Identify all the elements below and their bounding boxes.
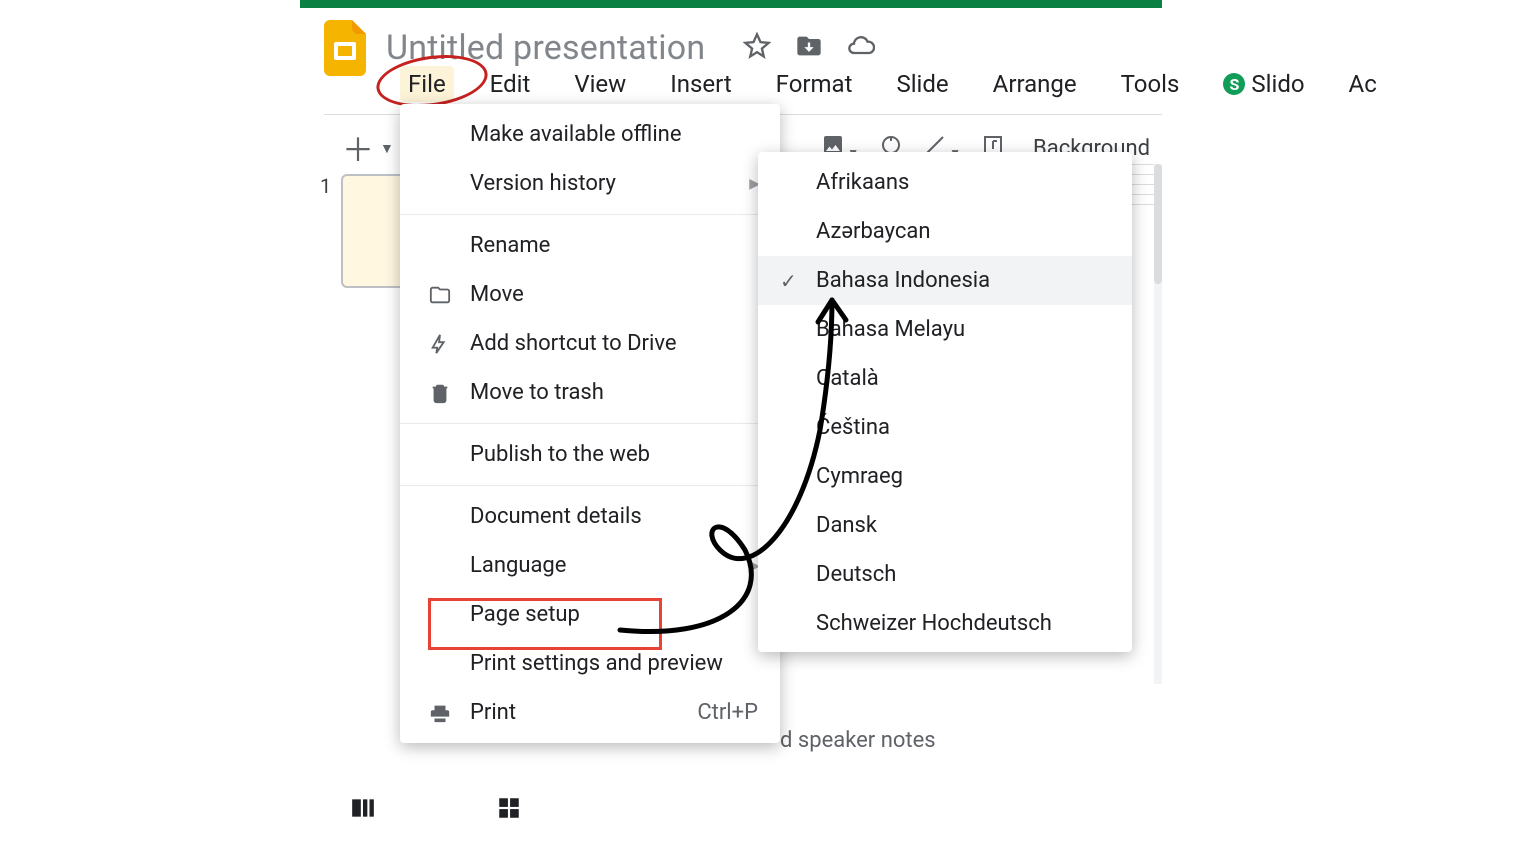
menu-slide[interactable]: Slide [888,66,956,102]
menu-arrange[interactable]: Arrange [985,66,1085,102]
language-option[interactable]: Dansk [758,501,1132,550]
slides-editor-window: Untitled presentation File Edit View Ins… [300,0,1162,815]
speaker-notes-placeholder[interactable]: d speaker notes [780,728,936,753]
menu-format[interactable]: Format [768,66,861,102]
trash-icon [428,381,452,405]
bottom-tray [350,795,522,825]
file-document-details[interactable]: Document details [400,492,780,541]
folder-icon [428,283,452,307]
document-title[interactable]: Untitled presentation [386,28,705,68]
file-menu-dropdown: Make available offline Version history R… [400,104,780,743]
file-language[interactable]: Language [400,541,780,590]
file-rename[interactable]: Rename [400,221,780,270]
filmstrip-view-icon[interactable] [350,795,376,825]
menu-file[interactable]: File [400,66,454,102]
menu-slido[interactable]: SSlido [1215,66,1312,102]
move-to-folder-icon[interactable] [795,32,823,64]
language-option[interactable]: Afrikaans [758,158,1132,207]
menu-insert[interactable]: Insert [662,66,739,102]
file-page-setup[interactable]: Page setup [400,590,780,639]
window-accent-bar [300,0,1162,8]
language-submenu: AfrikaansAzərbaycanBahasa IndonesiaBahas… [758,152,1132,652]
menu-separator [400,214,780,215]
print-icon [428,701,452,725]
star-icon[interactable] [743,32,771,64]
language-option[interactable]: Català [758,354,1132,403]
file-print-settings[interactable]: Print settings and preview [400,639,780,688]
menu-truncated[interactable]: Ac [1341,66,1385,102]
file-move[interactable]: Move [400,270,780,319]
cloud-status-icon[interactable] [847,32,875,64]
content-scrollbar[interactable] [1154,164,1162,684]
slides-logo-icon [324,20,366,76]
slido-icon: S [1223,73,1245,95]
language-option[interactable]: Bahasa Melayu [758,305,1132,354]
file-make-available-offline[interactable]: Make available offline [400,110,780,159]
language-option[interactable]: Bahasa Indonesia [758,256,1132,305]
file-add-shortcut[interactable]: Add shortcut to Drive [400,319,780,368]
menu-separator [400,423,780,424]
menu-view[interactable]: View [566,66,634,102]
language-option[interactable]: Deutsch [758,550,1132,599]
menu-separator [400,485,780,486]
menu-edit[interactable]: Edit [482,66,539,102]
language-option[interactable]: Cymraeg [758,452,1132,501]
file-print[interactable]: Print Ctrl+P [400,688,780,737]
language-list[interactable]: AfrikaansAzərbaycanBahasa IndonesiaBahas… [758,152,1132,652]
drive-shortcut-icon [428,332,452,356]
language-option[interactable]: Čeština [758,403,1132,452]
file-version-history[interactable]: Version history [400,159,780,208]
grid-view-icon[interactable] [496,795,522,825]
thumb-number: 1 [320,174,331,198]
menu-bar: File Edit View Insert Format Slide Arran… [400,66,1385,102]
file-move-to-trash[interactable]: Move to trash [400,368,780,417]
language-option[interactable]: Schweizer Hochdeutsch [758,599,1132,648]
print-shortcut: Ctrl+P [697,700,758,725]
file-publish-web[interactable]: Publish to the web [400,430,780,479]
menu-tools[interactable]: Tools [1113,66,1188,102]
language-option[interactable]: Azərbaycan [758,207,1132,256]
